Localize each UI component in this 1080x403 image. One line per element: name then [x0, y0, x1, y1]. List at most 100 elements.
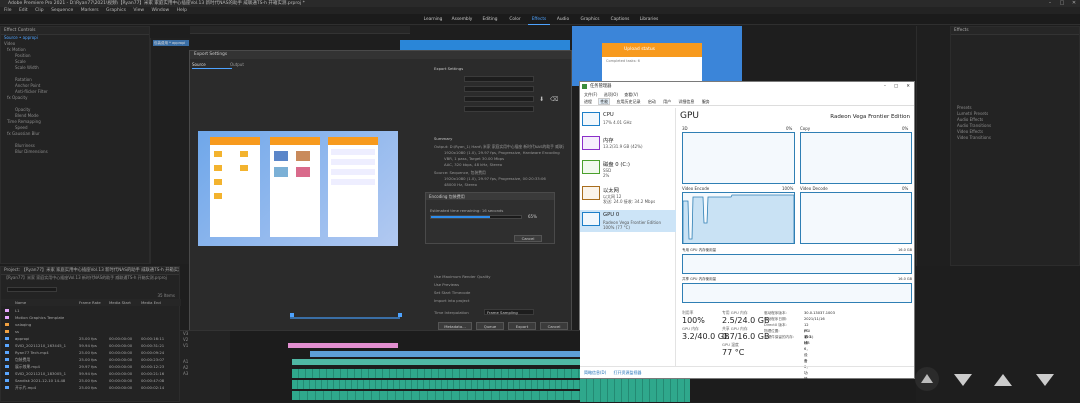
export-cancel-button[interactable]: Cancel: [540, 322, 568, 330]
workspace-graphics[interactable]: Graphics: [576, 14, 604, 25]
scroll-up-icon-2[interactable]: [988, 364, 1018, 394]
menu-clip[interactable]: Clip: [35, 8, 44, 13]
menu-view[interactable]: View: [133, 8, 144, 13]
save-preset-icon[interactable]: ⬇: [539, 96, 547, 103]
project-row[interactable]: ss: [1, 328, 181, 335]
project-row[interactable]: appropi 25.00 fps 00:00:00:00 00:00:16:11: [1, 335, 181, 342]
timeline-audio-a2[interactable]: [292, 380, 580, 389]
project-row[interactable]: 包装费用 25.00 fps 00:00:00:00 00:00:23:07: [1, 356, 181, 363]
graph-dedicated-memory[interactable]: [682, 254, 912, 274]
project-row[interactable]: 展示效果.mp4 29.97 fps 00:00:00:00 00:00:12:23: [1, 363, 181, 370]
workspace-audio[interactable]: Audio: [552, 14, 574, 25]
workspace-assembly[interactable]: Assembly: [448, 14, 476, 25]
use-previews-checkbox[interactable]: Use Previews: [434, 282, 459, 287]
export-button[interactable]: Export: [508, 322, 536, 330]
tab-source[interactable]: Source: [192, 62, 232, 69]
project-row[interactable]: valaqing: [1, 321, 181, 328]
perf-item-disk[interactable]: 磁盘 0 (C:) SSD 2%: [580, 158, 676, 180]
perf-item-gpu[interactable]: GPU 0 Radeon Vega Frontier Edition 100% …: [580, 210, 676, 232]
max-render-checkbox[interactable]: Use Maximum Render Quality: [434, 274, 491, 279]
audio-meter-icon[interactable]: [912, 364, 942, 394]
project-row[interactable]: SVID_20211210_183005_1 59.94 fps 00:00:00:…: [1, 370, 181, 377]
workspace-editing[interactable]: Editing: [478, 14, 502, 25]
workspace-color[interactable]: Color: [504, 14, 526, 25]
project-row[interactable]: SVID_20211210_163445_1 59.94 fps 00:00:00:…: [1, 342, 181, 349]
minimize-button[interactable]: –: [1044, 0, 1056, 7]
menu-graphics[interactable]: Graphics: [106, 8, 126, 13]
out-point-handle[interactable]: [398, 313, 402, 317]
graph-video-encode[interactable]: [682, 192, 795, 244]
tm-menu-view[interactable]: 查看(V): [624, 92, 638, 97]
delete-preset-icon[interactable]: ⌫: [550, 96, 558, 103]
track-label[interactable]: A3: [180, 371, 230, 377]
tm-maximize-button[interactable]: □: [894, 82, 898, 91]
effects-panel-header[interactable]: Effects: [951, 27, 1079, 35]
close-button[interactable]: ✕: [1068, 0, 1080, 7]
scroll-down-icon[interactable]: [948, 364, 978, 394]
timeline-clip-pink[interactable]: [288, 343, 398, 348]
col-media-end[interactable]: Media End: [141, 299, 161, 306]
project-row[interactable]: Ryan77 Tech.mp4 25.00 fps 00:00:00:00 00:00…: [1, 349, 181, 356]
menu-edit[interactable]: Edit: [19, 8, 28, 13]
col-frame-rate[interactable]: Frame Rate: [79, 299, 101, 306]
source-range-slider[interactable]: [290, 317, 400, 319]
format-select[interactable]: [464, 76, 534, 82]
tm-tab-details[interactable]: 详细信息: [677, 99, 695, 104]
tm-menu-file[interactable]: 文件(F): [584, 92, 597, 97]
fewer-details-link[interactable]: 简略信息(D): [584, 370, 606, 375]
timeline-clip-video[interactable]: [310, 351, 580, 357]
scroll-down-icon-2[interactable]: [1030, 364, 1060, 394]
in-point-handle[interactable]: [290, 313, 294, 317]
preset-select[interactable]: [464, 86, 534, 92]
tm-tab-startup[interactable]: 启动: [647, 99, 657, 104]
tab-output[interactable]: Output: [230, 62, 260, 69]
graph-video-decode[interactable]: [800, 192, 912, 244]
tm-tab-services[interactable]: 服务: [701, 99, 711, 104]
graph-shared-memory[interactable]: [682, 283, 912, 303]
effects-section[interactable]: Video Transitions: [951, 135, 1079, 141]
tm-close-button[interactable]: ✕: [906, 82, 910, 91]
workspace-libraries[interactable]: Libraries: [636, 14, 662, 25]
effect-clip-bar[interactable]: 包装费用 * appropi: [153, 40, 189, 46]
resource-monitor-link[interactable]: 打开资源监视器: [613, 370, 641, 375]
timeline-audio-tail[interactable]: [580, 379, 690, 402]
tm-tab-processes[interactable]: 进程: [583, 99, 593, 104]
perf-item-ethernet[interactable]: 以太网 以太网 12 发送: 24.0 接收: 34.2 Mbps: [580, 184, 676, 206]
graph-3d[interactable]: [682, 132, 795, 184]
encoding-cancel-button[interactable]: Cancel: [514, 235, 542, 242]
perf-item-cpu[interactable]: CPU 17% 4.01 GHz: [580, 110, 676, 132]
effect-controls-header[interactable]: Effect Controls: [1, 27, 149, 35]
queue-button[interactable]: Queue: [476, 322, 504, 330]
col-media-start[interactable]: Media Start: [109, 299, 131, 306]
workspace-effects[interactable]: Effects: [528, 14, 550, 25]
tm-tab-users[interactable]: 用户: [662, 99, 672, 104]
track-label[interactable]: V1: [180, 343, 230, 349]
graph-copy[interactable]: [800, 132, 912, 184]
project-row[interactable]: 开示片.mp4 25.00 fps 00:00:00:00 00:00:02:14: [1, 384, 181, 391]
project-row[interactable]: Sandisk 2021-12-10 14-48 25.00 fps 00:00:0…: [1, 377, 181, 384]
maximize-button[interactable]: □: [1056, 0, 1068, 7]
menu-help[interactable]: Help: [177, 8, 187, 13]
tm-minimize-button[interactable]: –: [884, 82, 886, 91]
timeline-audio-a1[interactable]: [292, 369, 580, 378]
menu-file[interactable]: File: [4, 8, 12, 13]
menu-window[interactable]: Window: [151, 8, 169, 13]
comments-field[interactable]: [464, 96, 534, 102]
workspace-learning[interactable]: Learning: [420, 14, 446, 25]
workspace-captions[interactable]: Captions: [606, 14, 634, 25]
project-search-input[interactable]: [7, 287, 57, 292]
metadata-button[interactable]: Metadata...: [438, 322, 472, 330]
frame-sampling-select[interactable]: Frame Sampling: [484, 309, 534, 315]
import-project-checkbox[interactable]: Import into project: [434, 298, 469, 303]
menu-sequence[interactable]: Sequence: [51, 8, 73, 13]
timeline-clip-video-2[interactable]: [292, 359, 580, 365]
tm-tab-performance[interactable]: 性能: [598, 98, 611, 105]
tm-tab-app-history[interactable]: 应用历史记录: [616, 99, 642, 104]
effect-row[interactable]: Blur Dimensions: [1, 149, 149, 155]
timeline-audio-a3[interactable]: [292, 391, 580, 400]
project-row[interactable]: Motion Graphics Template: [1, 314, 181, 321]
start-timecode-checkbox[interactable]: Set Start Timecode: [434, 290, 470, 295]
tm-menu-options[interactable]: 选项(O): [604, 92, 618, 97]
menu-markers[interactable]: Markers: [81, 8, 99, 13]
perf-item-memory[interactable]: 内存 13.2/31.9 GB (42%): [580, 134, 676, 156]
